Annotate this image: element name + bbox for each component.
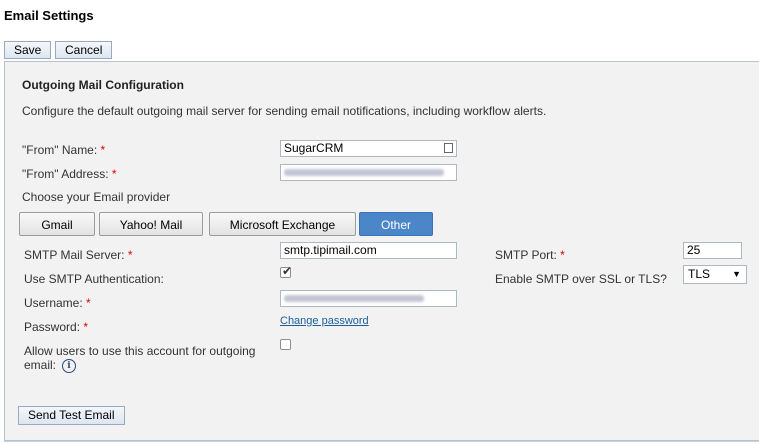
tab-yahoo-mail[interactable]: Yahoo! Mail <box>99 212 203 236</box>
change-password-link[interactable]: Change password <box>280 315 369 327</box>
address-book-icon[interactable] <box>444 143 453 153</box>
cancel-button[interactable]: Cancel <box>55 41 113 59</box>
allow-users-checkbox[interactable] <box>280 339 291 350</box>
required-marker: * <box>111 167 117 181</box>
smtp-auth-label: Use SMTP Authentication: <box>24 272 164 286</box>
allow-users-label-text: Allow users to use this account for outg… <box>24 344 256 372</box>
smtp-ssl-label: Enable SMTP over SSL or TLS? <box>495 272 667 286</box>
password-label-text: Password: <box>24 320 81 334</box>
required-marker: * <box>100 143 106 157</box>
from-address-label-text: "From" Address: <box>22 167 109 181</box>
send-test-email-button[interactable]: Send Test Email <box>18 406 125 425</box>
from-name-value: SugarCRM <box>284 141 344 155</box>
smtp-port-label: SMTP Port: * <box>495 248 565 262</box>
redacted-text <box>284 295 424 302</box>
dropdown-arrow-icon: ▼ <box>732 269 741 279</box>
smtp-ssl-selected-value: TLS <box>688 267 711 281</box>
required-marker: * <box>86 296 91 310</box>
from-address-field[interactable] <box>280 164 457 181</box>
smtp-port-label-text: SMTP Port: <box>495 248 557 262</box>
checkmark-icon: ✔ <box>282 264 293 278</box>
panel-bottom-divider <box>4 441 759 442</box>
username-label: Username: * <box>24 296 91 310</box>
from-name-label-text: "From" Name: <box>22 143 98 157</box>
smtp-port-field[interactable]: 25 <box>683 242 742 259</box>
smtp-ssl-select[interactable]: TLS ▼ <box>683 265 747 284</box>
tab-other[interactable]: Other <box>359 212 433 236</box>
password-label: Password: * <box>24 320 88 334</box>
username-label-text: Username: <box>24 296 83 310</box>
required-marker: * <box>127 248 133 262</box>
from-address-label: "From" Address: * <box>22 167 117 181</box>
save-button[interactable]: Save <box>4 41 52 59</box>
smtp-server-field[interactable]: smtp.tipimail.com <box>280 242 457 259</box>
tab-gmail[interactable]: Gmail <box>19 212 95 236</box>
provider-label: Choose your Email provider <box>22 190 171 204</box>
allow-users-label: Allow users to use this account for outg… <box>24 344 269 373</box>
section-title: Outgoing Mail Configuration <box>22 78 184 92</box>
smtp-server-label-text: SMTP Mail Server: <box>24 248 125 262</box>
from-name-field[interactable]: SugarCRM <box>280 140 457 157</box>
required-marker: * <box>560 248 565 262</box>
from-name-label: "From" Name: * <box>22 143 105 157</box>
info-icon[interactable]: i <box>62 358 77 373</box>
username-field[interactable] <box>280 290 457 307</box>
required-marker: * <box>83 320 89 334</box>
tab-microsoft-exchange[interactable]: Microsoft Exchange <box>209 212 356 236</box>
smtp-auth-checkbox[interactable]: ✔ <box>280 264 293 278</box>
section-description: Configure the default outgoing mail serv… <box>22 104 547 118</box>
redacted-text <box>284 169 444 176</box>
smtp-server-label: SMTP Mail Server: * <box>24 248 132 262</box>
page-title: Email Settings <box>4 8 94 23</box>
